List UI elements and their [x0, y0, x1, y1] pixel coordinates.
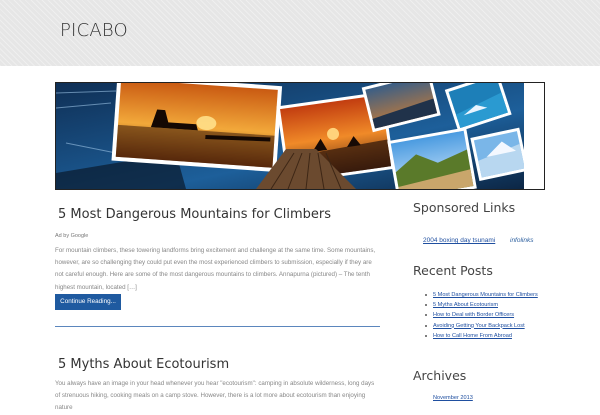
recent-post-link[interactable]: How to Call Home From Abroad [433, 333, 512, 339]
list-item: How to Deal with Border Officers [423, 310, 553, 320]
list-item: How to Call Home From Abroad [423, 331, 553, 341]
site-title[interactable]: PICABO [60, 20, 128, 41]
list-item: 5 Myths About Ecotourism [423, 300, 553, 310]
header-banner-image [55, 82, 545, 190]
ad-by-google-label[interactable]: Ad by Google [55, 233, 88, 239]
recent-posts-list: 5 Most Dangerous Mountains for Climbers … [423, 290, 553, 341]
recent-post-link[interactable]: How to Deal with Border Officers [433, 312, 514, 318]
sponsored-link[interactable]: 2004 boxing day tsunami [423, 237, 495, 244]
sponsored-links-heading: Sponsored Links [413, 200, 516, 215]
list-item: Avoiding Getting Your Backpack Lost [423, 321, 553, 331]
infolinks-logo[interactable]: infolinks [510, 237, 533, 244]
site-header: PICABO [0, 0, 600, 66]
recent-post-link[interactable]: 5 Myths About Ecotourism [433, 302, 498, 308]
post-title-link[interactable]: 5 Myths About Ecotourism [58, 357, 229, 372]
recent-posts-heading: Recent Posts [413, 263, 493, 278]
recent-post-link[interactable]: 5 Most Dangerous Mountains for Climbers [433, 292, 538, 298]
recent-post-link[interactable]: Avoiding Getting Your Backpack Lost [433, 323, 525, 329]
post-excerpt: For mountain climbers, these towering la… [55, 247, 376, 291]
photo-collage-graphic [56, 83, 544, 189]
list-item: 5 Most Dangerous Mountains for Climbers [423, 290, 553, 300]
post-excerpt: You always have an image in your head wh… [55, 380, 375, 412]
archives-heading: Archives [413, 368, 467, 383]
archive-link[interactable]: November 2013 [433, 395, 473, 401]
continue-reading-button[interactable]: Continue Reading... [55, 294, 121, 310]
post-title-link[interactable]: 5 Most Dangerous Mountains for Climbers [58, 207, 331, 222]
post-divider [55, 326, 380, 327]
